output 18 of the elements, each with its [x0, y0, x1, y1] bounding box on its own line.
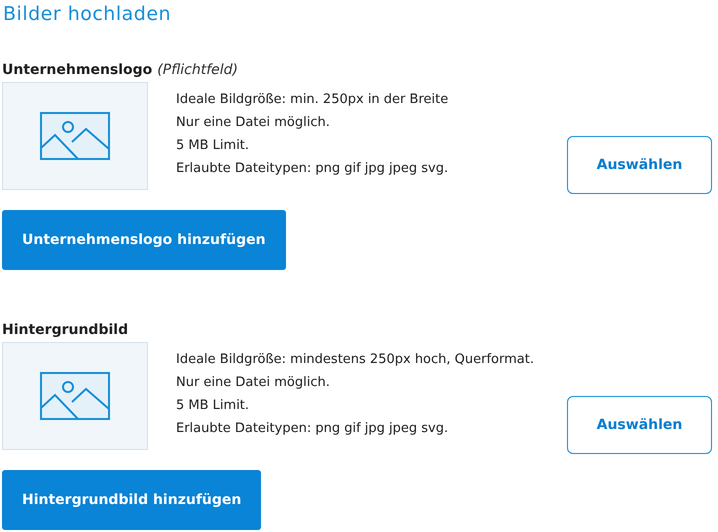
info-text: Nur eine Datei möglich.: [176, 374, 331, 392]
info-text: Ideale Bildgröße: min. 250px in der Breite: [176, 91, 448, 109]
select-button[interactable]: Auswählen: [567, 136, 712, 194]
page-title: Bilder hochladen: [3, 2, 172, 26]
image-icon: [40, 372, 110, 420]
info-text: 5 MB Limit.: [176, 397, 250, 415]
info-text: Erlaubte Dateitypen: png gif jpg jpeg svg.: [176, 160, 448, 178]
info-text: 5 MB Limit.: [176, 137, 250, 155]
select-button[interactable]: Auswählen: [567, 396, 712, 454]
info-text: Nur eine Datei möglich.: [176, 114, 331, 132]
info-text: Erlaubte Dateitypen: png gif jpg jpeg svg.: [176, 420, 450, 438]
field-label: Hintergrundbild: [2, 321, 128, 340]
field-label: Unternehmenslogo: [2, 61, 152, 80]
add-button[interactable]: Unternehmenslogo hinzufügen: [2, 210, 286, 270]
image-icon: [40, 112, 110, 160]
info-text: Ideale Bildgröße: mindestens 250px hoch, Querformat.: [176, 351, 534, 369]
required-note: (Pflichtfeld): [157, 61, 238, 80]
add-button[interactable]: Hintergrundbild hinzufügen: [2, 470, 262, 530]
